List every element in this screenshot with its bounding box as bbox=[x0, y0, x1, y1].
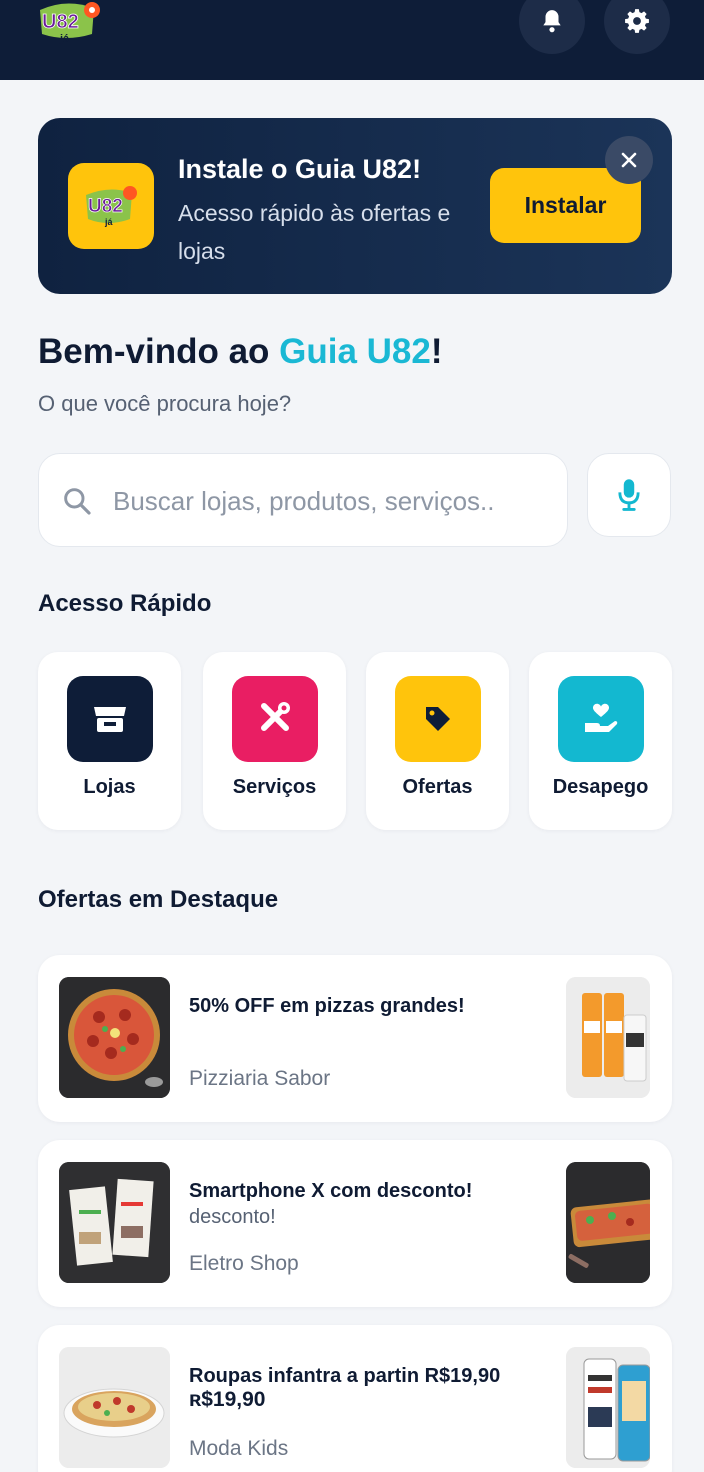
offer-card[interactable]: 50% OFF em pizzas grandes! Pizziaria Sab… bbox=[38, 955, 672, 1122]
install-title: Instale o Guia U82! bbox=[178, 154, 422, 184]
offer-image-pizza bbox=[59, 977, 170, 1098]
offer-image-pizza-plate bbox=[59, 1347, 170, 1468]
tag-icon bbox=[395, 676, 481, 762]
welcome-suffix: ! bbox=[430, 332, 443, 371]
install-logo-subtext: já bbox=[104, 217, 114, 227]
quick-access-label: Lojas bbox=[83, 776, 136, 798]
search-icon bbox=[64, 488, 91, 515]
offer-card[interactable]: Smartphone X com desconto! desconto! Ele… bbox=[38, 1140, 672, 1307]
microphone-icon bbox=[618, 479, 640, 511]
quick-access-label: Ofertas bbox=[402, 776, 473, 798]
offer-card[interactable]: Roupas infantra a partin R$19,90 ʀ$19,90… bbox=[38, 1325, 672, 1472]
welcome-heading: Bem-vindo ao Guia U82! bbox=[38, 332, 443, 372]
quick-access-services[interactable]: Serviços bbox=[203, 652, 346, 830]
gear-icon bbox=[625, 9, 649, 33]
install-app-logo: U82 já bbox=[68, 163, 154, 249]
quick-access-label: Serviços bbox=[232, 776, 317, 798]
offer-subtitle: desconto! bbox=[189, 1206, 276, 1228]
offer-title: Smartphone X com desconto! bbox=[189, 1180, 473, 1202]
offer-title: 50% OFF em pizzas grandes! bbox=[189, 995, 465, 1017]
quick-access-title: Acesso Rápido bbox=[38, 590, 212, 617]
offer-side-image-products bbox=[566, 977, 650, 1098]
hand-heart-icon bbox=[558, 676, 644, 762]
quick-access-label: Desapego bbox=[552, 776, 649, 798]
quick-access-offers[interactable]: Ofertas bbox=[366, 652, 509, 830]
logo-text: U82 bbox=[42, 11, 79, 33]
search-box[interactable] bbox=[38, 453, 568, 547]
offer-side-image-phones bbox=[566, 1347, 650, 1468]
welcome-prefix: Bem-vindo ao bbox=[38, 332, 280, 371]
voice-search-button[interactable] bbox=[587, 453, 671, 537]
close-icon bbox=[621, 152, 637, 168]
offer-image-menus bbox=[59, 1162, 170, 1283]
store-icon bbox=[67, 676, 153, 762]
offer-store: Eletro Shop bbox=[189, 1252, 299, 1275]
featured-offers-title: Ofertas em Destaque bbox=[38, 886, 279, 913]
offer-side-image-flatbread bbox=[566, 1162, 650, 1283]
top-app-bar: U82 já bbox=[0, 0, 704, 80]
quick-access-stores[interactable]: Lojas bbox=[38, 652, 181, 830]
offer-price: ʀ$19,90 bbox=[189, 1388, 266, 1411]
notifications-button[interactable] bbox=[519, 0, 585, 54]
logo-subtext: já bbox=[59, 33, 70, 45]
settings-button[interactable] bbox=[604, 0, 670, 54]
app-logo[interactable]: U82 já bbox=[36, 0, 104, 48]
welcome-subtitle: O que você procura hoje? bbox=[38, 391, 292, 416]
app-logo-icon: U82 já bbox=[86, 186, 137, 227]
offer-store: Moda Kids bbox=[189, 1437, 289, 1460]
close-banner-button[interactable] bbox=[605, 136, 653, 184]
search-input[interactable] bbox=[113, 478, 553, 524]
install-banner: U82 já Instale o Guia U82! Acesso rápido… bbox=[38, 118, 672, 294]
tools-icon bbox=[232, 676, 318, 762]
welcome-brand: Guia U82 bbox=[279, 332, 431, 371]
logo-graphic: U82 já bbox=[40, 2, 100, 45]
quick-access-desapego[interactable]: Desapego bbox=[529, 652, 672, 830]
offer-title: Roupas infantra a partin R$19,90 bbox=[189, 1365, 501, 1387]
install-description: Acesso rápido às ofertas e lojas bbox=[178, 200, 451, 264]
offer-store: Pizziaria Sabor bbox=[189, 1067, 331, 1090]
bell-icon bbox=[543, 10, 561, 33]
install-logo-text: U82 bbox=[88, 196, 123, 217]
